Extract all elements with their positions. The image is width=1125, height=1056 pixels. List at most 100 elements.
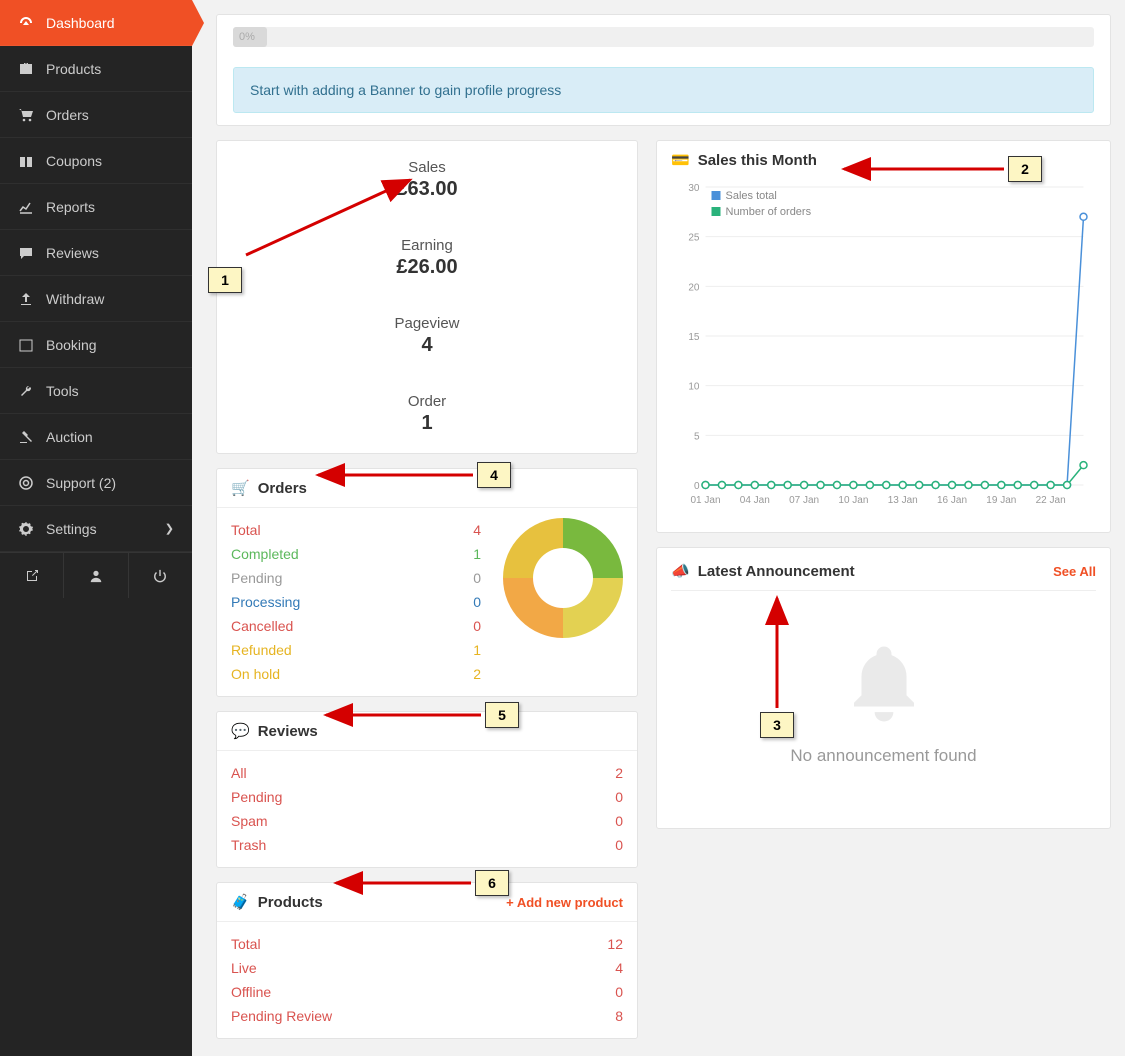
profile-progress-bar: 0% [233,27,1094,47]
bullhorn-icon: 📣 [671,562,690,580]
user-icon[interactable] [64,553,128,598]
sidebar-item-booking[interactable]: Booking [0,322,192,368]
sales-line-chart: 05101520253001 Jan04 Jan07 Jan10 Jan13 J… [671,169,1096,509]
status-label: Trash [231,837,266,853]
status-value: 1 [473,642,481,658]
status-label: Refunded [231,642,292,658]
sales-label: Sales [217,159,637,176]
order-value: 1 [217,412,637,435]
calendar-icon [18,337,46,353]
main-content: 0% Start with adding a Banner to gain pr… [216,0,1111,1053]
reviews-card: 💬Reviews All2Pending0Spam0Trash0 [216,711,638,868]
status-label: All [231,765,247,781]
status-row[interactable]: Completed1 [231,542,481,566]
status-row[interactable]: Total12 [231,932,623,956]
status-row[interactable]: Pending Review8 [231,1004,623,1028]
status-row[interactable]: Total 4 [231,518,481,542]
sales-chart-title: Sales this Month [698,152,817,169]
sidebar-item-auction[interactable]: Auction [0,414,192,460]
sidebar-item-label: Coupons [46,153,102,169]
status-label: Processing [231,594,300,610]
sidebar-item-reviews[interactable]: Reviews [0,230,192,276]
svg-text:07 Jan: 07 Jan [789,495,819,506]
left-column: Sales£63.00 Earning£26.00 Pageview4 Orde… [216,140,638,1053]
sidebar-item-label: Dashboard [46,15,115,31]
status-label: Completed [231,546,299,562]
sales-chart-card: 💳Sales this Month 05101520253001 Jan04 J… [656,140,1111,533]
status-row[interactable]: Cancelled0 [231,614,481,638]
power-icon[interactable] [129,553,192,598]
sidebar-item-label: Tools [46,383,79,399]
status-row[interactable]: On hold2 [231,662,481,686]
status-label: On hold [231,666,280,682]
sidebar-item-tools[interactable]: Tools [0,368,192,414]
sidebar-item-coupons[interactable]: Coupons [0,138,192,184]
svg-text:10 Jan: 10 Jan [838,495,868,506]
sidebar-item-withdraw[interactable]: Withdraw [0,276,192,322]
sidebar-item-label: Support (2) [46,475,116,491]
sidebar-item-label: Settings [46,521,97,537]
svg-text:30: 30 [688,183,700,194]
right-column: 💳Sales this Month 05101520253001 Jan04 J… [656,140,1111,1053]
no-announcement-text: No announcement found [671,746,1096,766]
sidebar-item-label: Auction [46,429,93,445]
status-label: Total [231,522,261,538]
see-all-link[interactable]: See All [1053,564,1096,579]
status-value: 0 [473,570,481,586]
svg-text:Sales total: Sales total [726,190,777,202]
svg-text:25: 25 [688,233,700,244]
sidebar-item-orders[interactable]: Orders [0,92,192,138]
status-row[interactable]: Spam0 [231,809,623,833]
order-label: Order [217,393,637,410]
svg-text:Number of orders: Number of orders [726,206,812,218]
progress-fill: 0% [233,27,267,47]
sidebar-item-dashboard[interactable]: Dashboard [0,0,192,46]
status-value: 0 [615,837,623,853]
sidebar-item-label: Orders [46,107,89,123]
status-row[interactable]: Processing 0 [231,590,481,614]
external-link-icon[interactable] [0,553,64,598]
status-row[interactable]: Pending0 [231,566,481,590]
status-row[interactable]: Pending0 [231,785,623,809]
bell-icon [839,639,929,729]
svg-text:19 Jan: 19 Jan [986,495,1016,506]
earning-label: Earning [217,237,637,254]
sidebar-item-reports[interactable]: Reports [0,184,192,230]
chart-icon [18,199,46,215]
svg-text:10: 10 [688,382,700,393]
status-row[interactable]: Offline0 [231,980,623,1004]
announcement-card: 📣 Latest Announcement See All No announcem… [656,547,1111,829]
gavel-icon [18,429,46,445]
status-label: Pending [231,789,282,805]
status-label: Offline [231,984,271,1000]
status-row[interactable]: All2 [231,761,623,785]
sidebar-item-products[interactable]: Products [0,46,192,92]
orders-donut-chart [503,518,623,638]
pageview-value: 4 [217,334,637,357]
sidebar-item-label: Booking [46,337,97,353]
sidebar-item-settings[interactable]: Settings❯ [0,506,192,552]
add-new-product-link[interactable]: + Add new product [506,895,623,910]
status-value: 0 [473,594,481,610]
announcement-title: Latest Announcement [698,563,855,580]
products-card-title: Products [258,894,323,911]
upload-icon [18,291,46,307]
svg-text:13 Jan: 13 Jan [888,495,918,506]
status-row[interactable]: Refunded 1 [231,638,481,662]
top-panel: 0% Start with adding a Banner to gain pr… [216,14,1111,126]
status-row[interactable]: Live4 [231,956,623,980]
briefcase-icon: 🧳 [231,893,250,911]
status-label: Live [231,960,257,976]
status-value: 8 [615,1008,623,1024]
reviews-card-title: Reviews [258,723,318,740]
sidebar-item-support-[interactable]: Support (2) [0,460,192,506]
svg-text:22 Jan: 22 Jan [1036,495,1066,506]
sidebar-item-label: Reports [46,199,95,215]
sidebar-action-bar [0,552,192,598]
gear-icon [18,521,46,537]
stats-card: Sales£63.00 Earning£26.00 Pageview4 Orde… [216,140,638,454]
status-value: 4 [473,522,481,538]
status-row[interactable]: Trash 0 [231,833,623,857]
sidebar-item-label: Products [46,61,101,77]
sidebar-item-label: Withdraw [46,291,104,307]
